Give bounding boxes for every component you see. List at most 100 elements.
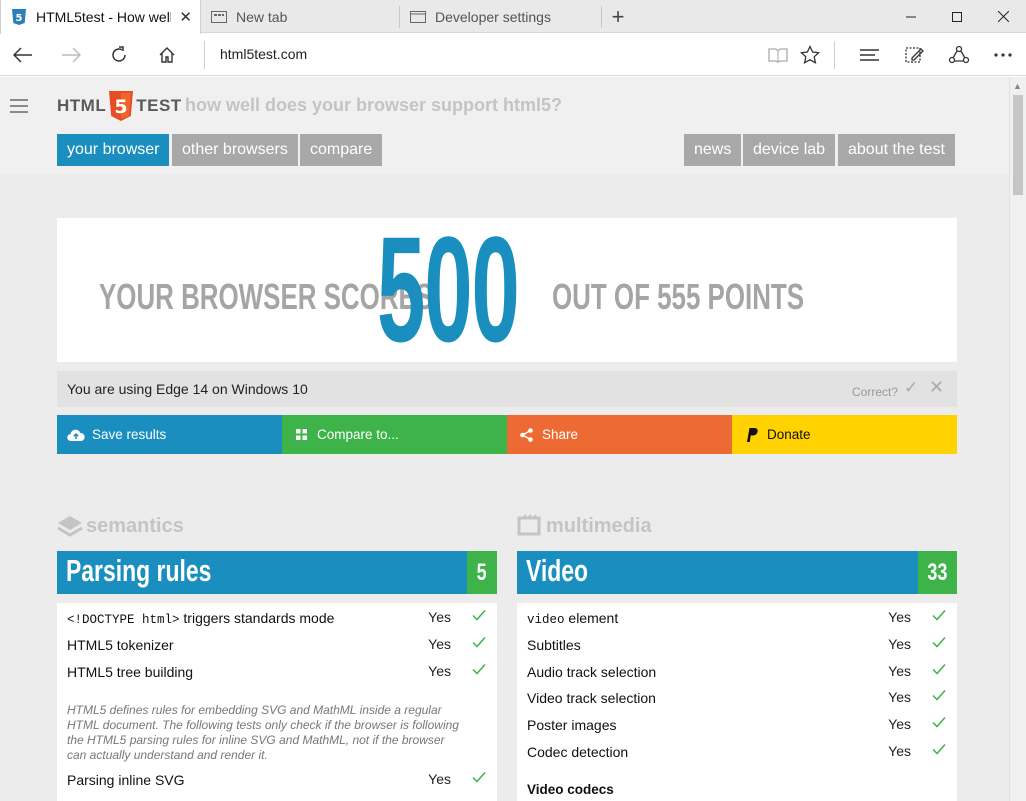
- toolbar-divider: [834, 41, 835, 69]
- home-button[interactable]: [149, 40, 185, 70]
- browser-detection-bar: You are using Edge 14 on Windows 10 Corr…: [57, 371, 957, 407]
- reject-x-icon[interactable]: ✕: [929, 377, 944, 398]
- share-label: Share: [542, 427, 579, 442]
- share-nodes-icon: [517, 427, 535, 443]
- test-row: Parsing inline SVG Yes: [67, 767, 487, 793]
- back-button[interactable]: [5, 40, 41, 70]
- section-heading: multimedia: [546, 514, 652, 537]
- grid-icon: [292, 427, 310, 443]
- nav-news[interactable]: news: [684, 134, 742, 166]
- close-tab-icon[interactable]: ✕: [179, 8, 192, 26]
- nav-other-browsers[interactable]: other browsers: [172, 134, 298, 166]
- test-row: HTML5 tree building Yes: [67, 659, 487, 685]
- video-results: video element Yes Subtitles Yes Audio tr…: [517, 603, 957, 801]
- test-row: Video track selection Yes: [527, 685, 947, 711]
- section-multimedia: multimedia: [517, 514, 652, 538]
- minimize-button[interactable]: [888, 0, 934, 33]
- test-result: Yes: [888, 636, 911, 652]
- cloud-upload-icon: [67, 427, 85, 443]
- tab-new-tab[interactable]: New tab: [201, 0, 399, 33]
- detected-browser-text: You are using Edge 14 on Windows 10: [67, 381, 308, 397]
- reading-view-icon[interactable]: [760, 40, 796, 70]
- semantics-stack-icon: [57, 514, 83, 538]
- score-value: 500: [377, 205, 520, 373]
- test-row: Poster images Yes: [527, 712, 947, 738]
- test-name: HTML5 tree building: [67, 664, 194, 680]
- logo-digit: 5: [115, 96, 128, 118]
- share-button[interactable]: Share: [507, 415, 732, 454]
- site-tagline: how well does your browser support html5…: [185, 95, 563, 115]
- new-tab-button[interactable]: +: [604, 4, 632, 30]
- check-icon: [472, 610, 486, 621]
- check-icon: [472, 637, 486, 648]
- test-name: Subtitles: [527, 637, 581, 653]
- nav-about-the-test[interactable]: about the test: [838, 134, 955, 166]
- test-name: Audio track selection: [527, 664, 657, 680]
- nav-your-browser[interactable]: your browser: [57, 134, 170, 166]
- web-note-icon[interactable]: [896, 40, 932, 70]
- test-name: Video track selection: [527, 690, 656, 706]
- test-name: video element: [527, 610, 619, 627]
- category-score: 33: [918, 551, 957, 594]
- maximize-button[interactable]: [934, 0, 980, 33]
- site-logo[interactable]: HTML 5 TEST: [57, 91, 182, 121]
- tab-html5test[interactable]: 5 HTML5test - How well d ✕: [0, 0, 201, 34]
- nav-device-lab[interactable]: device lab: [743, 134, 836, 166]
- compare-to-label: Compare to...: [317, 427, 399, 442]
- test-result: Yes: [888, 743, 911, 759]
- category-title: Parsing rules: [66, 553, 212, 588]
- window-icon: [410, 9, 426, 25]
- nav-compare[interactable]: compare: [300, 134, 383, 166]
- compare-to-button[interactable]: Compare to...: [282, 415, 507, 454]
- svg-text:5: 5: [16, 13, 23, 24]
- scroll-up-arrow-icon[interactable]: ▲: [1013, 81, 1022, 91]
- test-result: Yes: [888, 609, 911, 625]
- category-score: 5: [467, 551, 497, 594]
- video-codecs-heading: Video codecs: [527, 782, 614, 797]
- tab-divider: [601, 6, 602, 28]
- close-window-button[interactable]: [980, 0, 1026, 33]
- page-scrollbar[interactable]: ▲: [1009, 77, 1026, 801]
- check-icon: [932, 610, 946, 621]
- save-results-button[interactable]: Save results: [57, 415, 282, 454]
- scroll-thumb[interactable]: [1013, 95, 1023, 195]
- donate-button[interactable]: Donate: [732, 415, 957, 454]
- menu-icon[interactable]: [10, 99, 28, 117]
- section-semantics: semantics: [57, 514, 184, 538]
- address-divider: [204, 41, 205, 69]
- test-result: Yes: [888, 689, 911, 705]
- test-result: Yes: [888, 716, 911, 732]
- hub-icon[interactable]: [852, 40, 888, 70]
- check-icon: [932, 637, 946, 648]
- tab-strip: 5 HTML5test - How well d ✕ New tab Devel…: [0, 0, 1026, 34]
- forward-button[interactable]: [53, 40, 89, 70]
- donate-label: Donate: [767, 427, 811, 442]
- test-row: Audio track selection Yes: [527, 659, 947, 685]
- paypal-icon: [742, 426, 760, 443]
- more-icon[interactable]: [985, 40, 1021, 70]
- logo-text-html: HTML: [57, 96, 107, 115]
- multimedia-film-icon: [517, 514, 543, 538]
- parsing-note: HTML5 defines rules for embedding SVG an…: [67, 703, 459, 762]
- test-name: Poster images: [527, 717, 617, 733]
- url-field[interactable]: html5test.com: [220, 46, 307, 62]
- refresh-button[interactable]: [101, 40, 137, 70]
- tab-label: New tab: [236, 8, 288, 25]
- test-row: video element Yes: [527, 605, 947, 631]
- share-icon[interactable]: [941, 40, 977, 70]
- category-parsing-rules: Parsing rules 5: [57, 551, 497, 594]
- confirm-check-icon[interactable]: ✓: [904, 378, 918, 398]
- html5-shield-icon: 5: [109, 91, 134, 121]
- test-result: Yes: [428, 636, 451, 652]
- favorite-star-icon[interactable]: [792, 40, 828, 70]
- site-header: HTML 5 TEST how well does your browser s…: [0, 77, 1009, 174]
- check-icon: [932, 690, 946, 701]
- test-row: HTML5 tokenizer Yes: [67, 632, 487, 658]
- test-name: Parsing inline SVG: [67, 772, 185, 788]
- test-row: <!DOCTYPE html> triggers standards mode …: [67, 605, 487, 631]
- tab-developer-settings[interactable]: Developer settings: [400, 0, 600, 33]
- category-title: Video: [526, 553, 589, 588]
- tab-label: HTML5test - How well d: [36, 9, 171, 25]
- score-suffix: OUT OF 555 POINTS: [552, 276, 805, 317]
- check-icon: [932, 744, 946, 755]
